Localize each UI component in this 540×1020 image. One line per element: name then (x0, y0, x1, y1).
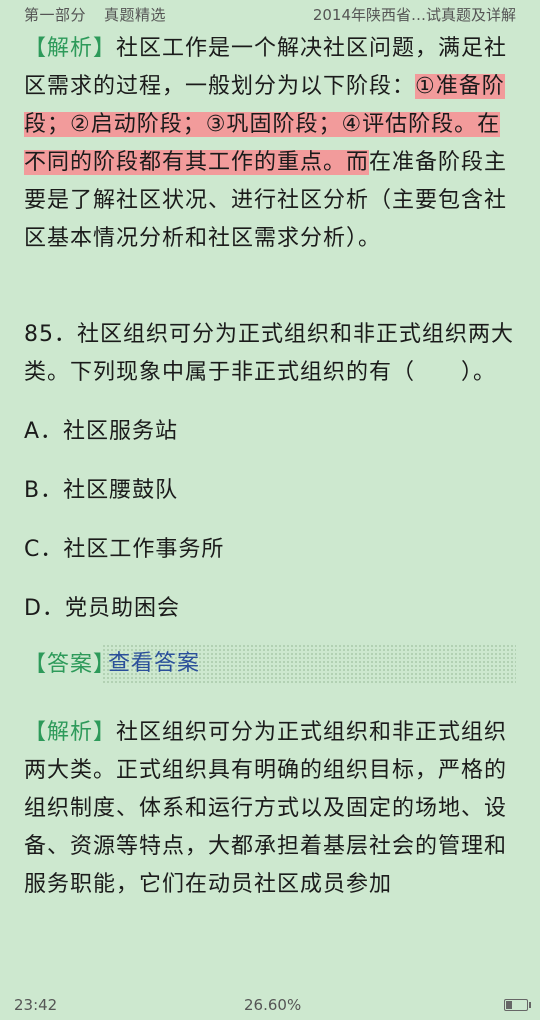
option-c[interactable]: C．社区工作事务所 (24, 531, 516, 569)
reading-content: 【解析】社区工作是一个解决社区问题，满足社区需求的过程，一般划分为以下阶段：①准… (24, 30, 516, 904)
view-answer-button[interactable]: 查看答案 (102, 644, 516, 684)
analysis-text-2: 社区组织可分为正式组织和非正式组织两大类。正式组织具有明确的组织目标，严格的组织… (24, 720, 508, 897)
battery-fill (506, 1001, 512, 1009)
header-left: 第一部分 真题精选 (24, 4, 166, 25)
option-b[interactable]: B．社区腰鼓队 (24, 472, 516, 510)
book-title: 2014年陕西省…试真题及详解 (312, 6, 516, 24)
option-d[interactable]: D．党员助困会 (24, 590, 516, 628)
reader-footer: 23:42 26.60% (0, 990, 540, 1020)
analysis-paragraph-2: 【解析】社区组织可分为正式组织和非正式组织两大类。正式组织具有明确的组织目标，严… (24, 714, 516, 904)
analysis-paragraph: 【解析】社区工作是一个解决社区问题，满足社区需求的过程，一般划分为以下阶段：①准… (24, 30, 516, 258)
reader-header: 第一部分 真题精选 2014年陕西省…试真题及详解 (0, 0, 540, 30)
analysis-tag-2: 【解析】 (24, 720, 117, 745)
answer-row: 【答案】 查看答案 (24, 644, 516, 684)
question-stem: 85．社区组织可分为正式组织和非正式组织两大类。下列现象中属于非正式组织的有（ … (24, 322, 514, 385)
section-subtitle: 真题精选 (104, 6, 167, 24)
section-label: 第一部分 (24, 6, 87, 24)
clock-time: 23:42 (14, 996, 58, 1014)
battery-icon (504, 999, 531, 1011)
reading-progress: 26.60% (244, 996, 302, 1014)
option-a[interactable]: A．社区服务站 (24, 413, 516, 451)
analysis-tag: 【解析】 (24, 36, 117, 61)
